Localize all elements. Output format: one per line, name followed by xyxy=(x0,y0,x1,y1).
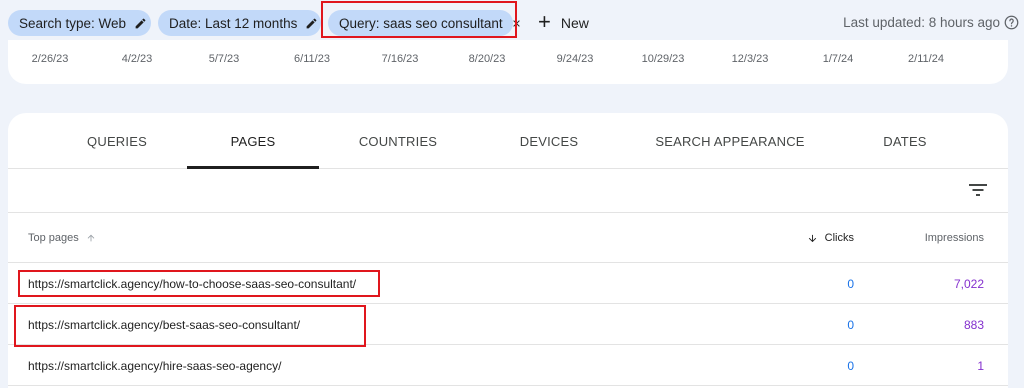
arrow-down-icon xyxy=(808,234,816,242)
tab-pages[interactable]: PAGES xyxy=(231,113,276,169)
x-axis-tick: 4/2/23 xyxy=(121,53,153,65)
x-axis-tick: 1/7/24 xyxy=(822,53,854,65)
clicks-value: 0 xyxy=(847,277,854,291)
close-icon[interactable] xyxy=(511,18,522,29)
last-updated-text: Last updated: 8 hours ago xyxy=(843,15,1000,30)
x-axis-tick: 8/20/23 xyxy=(468,53,506,65)
x-axis-tick: 2/11/24 xyxy=(908,53,944,65)
x-axis-tick: 10/29/23 xyxy=(641,53,685,65)
table-header: Top pages Clicks Impressions xyxy=(8,213,1008,263)
x-axis-tick: 2/26/23 xyxy=(31,53,69,65)
tab-dates[interactable]: DATES xyxy=(883,113,926,169)
table-row[interactable]: https://smartclick.agency/hire-saas-seo-… xyxy=(8,345,1008,386)
x-axis-tick: 7/16/23 xyxy=(381,53,419,65)
tab-devices[interactable]: DEVICES xyxy=(520,113,578,169)
new-filter-button[interactable]: + New xyxy=(538,10,589,36)
clicks-value: 0 xyxy=(847,318,854,332)
plus-icon: + xyxy=(538,9,551,34)
search-type-chip[interactable]: Search type: Web xyxy=(8,10,151,36)
performance-chart-card: 2/26/23 4/2/23 5/7/23 6/11/23 7/16/23 8/… xyxy=(8,40,1008,84)
dimension-tabs: QUERIES PAGES COUNTRIES DEVICES SEARCH A… xyxy=(8,113,1008,169)
date-chip[interactable]: Date: Last 12 months xyxy=(158,10,321,36)
page-url[interactable]: https://smartclick.agency/how-to-choose-… xyxy=(28,277,356,291)
x-axis-tick: 5/7/23 xyxy=(208,53,240,65)
query-chip[interactable]: Query: saas seo consultant xyxy=(328,10,520,36)
impressions-value: 7,022 xyxy=(953,277,984,291)
report-table-card: QUERIES PAGES COUNTRIES DEVICES SEARCH A… xyxy=(8,113,1008,388)
column-header-pages[interactable]: Top pages xyxy=(28,232,96,244)
tab-countries[interactable]: COUNTRIES xyxy=(359,113,437,169)
impressions-value: 1 xyxy=(977,359,984,373)
table-row[interactable]: https://smartclick.agency/how-to-choose-… xyxy=(8,263,1008,304)
impressions-value: 883 xyxy=(963,318,984,332)
table-toolbar xyxy=(8,169,1008,213)
page-url[interactable]: https://smartclick.agency/best-saas-seo-… xyxy=(28,318,300,332)
column-header-clicks[interactable]: Clicks xyxy=(807,232,854,244)
column-header-pages-label: Top pages xyxy=(28,232,79,244)
table-row[interactable]: https://smartclick.agency/best-saas-seo-… xyxy=(8,304,1008,345)
arrow-up-icon xyxy=(87,234,95,242)
tab-search-appearance[interactable]: SEARCH APPEARANCE xyxy=(655,113,804,169)
search-type-label: Search type: Web xyxy=(19,15,127,31)
clicks-value: 0 xyxy=(847,359,854,373)
page-url[interactable]: https://smartclick.agency/hire-saas-seo-… xyxy=(28,359,281,373)
edit-icon[interactable] xyxy=(134,17,147,30)
x-axis-tick: 12/3/23 xyxy=(731,53,769,65)
x-axis-tick: 6/11/23 xyxy=(294,53,330,65)
new-filter-label: New xyxy=(560,15,589,31)
date-label: Date: Last 12 months xyxy=(169,15,298,31)
tab-queries[interactable]: QUERIES xyxy=(87,113,147,169)
help-icon[interactable] xyxy=(1004,15,1019,30)
x-axis-tick: 9/24/23 xyxy=(556,53,594,65)
column-header-impressions[interactable]: Impressions xyxy=(925,232,984,244)
edit-icon[interactable] xyxy=(305,17,318,30)
column-header-clicks-label: Clicks xyxy=(824,232,854,244)
query-label: Query: saas seo consultant xyxy=(339,15,503,31)
filter-rows-icon[interactable] xyxy=(969,183,987,197)
